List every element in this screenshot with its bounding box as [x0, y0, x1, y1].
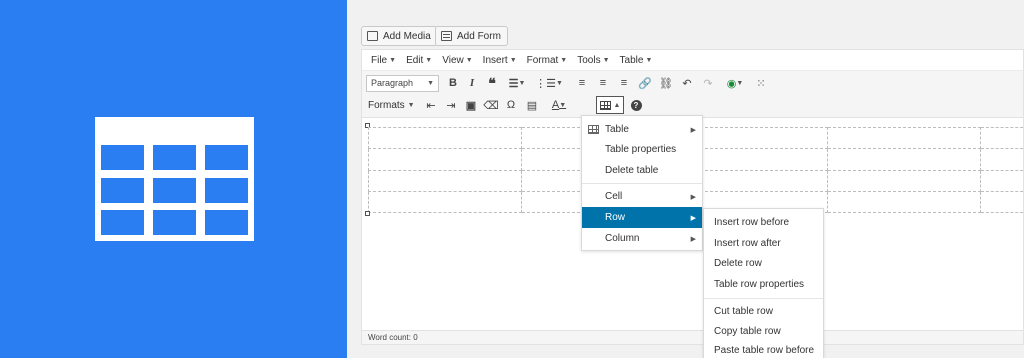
align-center-icon[interactable]: ≡: [594, 74, 612, 92]
chevron-right-icon: ▶: [690, 193, 696, 201]
menu-item-cut-table-row[interactable]: Cut table row: [704, 301, 823, 322]
paragraph-select[interactable]: Paragraph ▼: [366, 74, 439, 92]
logo-cell: [101, 178, 144, 203]
menu-divider: [582, 183, 702, 184]
add-form-button[interactable]: Add Form: [435, 26, 508, 46]
toolbar-toggle-icon[interactable]: ⁙: [752, 74, 770, 92]
toolbar-row-2: Formats ▼ ⇤ ⇥ ▣ ⌫ Ω ▤ A ▼ ▲ ?: [362, 94, 1023, 116]
menu-table[interactable]: Table ▼: [615, 55, 658, 66]
toolbar-row-1: Paragraph ▼ B I ❝ ☰ ▼ ⋮☰ ▼ ≡ ≡ ≡ 🔗 ⛓ ↶ ↷ ◉ ▼…: [362, 72, 1023, 94]
blockquote-icon[interactable]: ❝: [483, 74, 501, 92]
table-icon: [599, 100, 611, 110]
menu-item-row[interactable]: Row ▶: [582, 207, 702, 228]
resize-handle[interactable]: [365, 211, 370, 216]
menu-item-table-row-properties[interactable]: Table row properties: [704, 274, 823, 295]
menu-item-delete-row[interactable]: Delete row: [704, 253, 823, 274]
chevron-right-icon: ▶: [690, 235, 696, 243]
table-menu: Table ▶ Table properties Delete table Ce…: [581, 115, 703, 251]
special-character-icon[interactable]: Ω: [502, 96, 520, 114]
emoji-icon[interactable]: ◉ ▼: [722, 74, 748, 92]
logo-cell: [153, 210, 196, 235]
text-color-icon[interactable]: A ▼: [546, 96, 572, 114]
menu-item-table-properties[interactable]: Table properties: [582, 139, 702, 160]
hero-panel: [0, 0, 347, 358]
add-form-label: Add Form: [457, 30, 501, 42]
logo-cell: [101, 145, 144, 170]
horizontal-rule-icon[interactable]: ▤: [523, 96, 541, 114]
logo-cell: [101, 210, 144, 235]
menu-insert[interactable]: Insert ▼: [478, 55, 522, 66]
word-count: Word count: 0: [368, 333, 418, 342]
logo-cell: [205, 210, 248, 235]
logo-cell: [153, 178, 196, 203]
unlink-icon[interactable]: ⛓: [657, 74, 675, 92]
paste-text-icon[interactable]: ▣: [462, 96, 480, 114]
add-media-label: Add Media: [383, 30, 431, 42]
editor-toolbar: Paragraph ▼ B I ❝ ☰ ▼ ⋮☰ ▼ ≡ ≡ ≡ 🔗 ⛓ ↶ ↷ ◉ ▼…: [362, 71, 1023, 118]
editor-menubar: File ▼ Edit ▼ View ▼ Insert ▼ Format ▼ Tools ▼…: [362, 50, 1023, 71]
undo-icon[interactable]: ↶: [678, 74, 696, 92]
logo-cell: [205, 145, 248, 170]
menu-item-column[interactable]: Column ▶: [582, 228, 702, 249]
chevron-right-icon: ▶: [690, 214, 696, 222]
italic-icon[interactable]: I: [463, 74, 481, 92]
add-media-button[interactable]: Add Media: [361, 26, 438, 46]
menu-edit[interactable]: Edit ▼: [401, 55, 437, 66]
menu-format[interactable]: Format ▼: [522, 55, 573, 66]
menu-item-paste-row-before[interactable]: Paste table row before: [704, 342, 823, 358]
menu-item-table[interactable]: Table ▶: [582, 119, 702, 140]
clear-formatting-icon[interactable]: ⌫: [482, 96, 500, 114]
menu-item-insert-row-after[interactable]: Insert row after: [704, 233, 823, 254]
redo-icon[interactable]: ↷: [699, 74, 717, 92]
menu-item-delete-table[interactable]: Delete table: [582, 160, 702, 181]
logo-cell: [205, 178, 248, 203]
indent-icon[interactable]: ⇥: [442, 96, 460, 114]
table-icon: [588, 125, 599, 134]
help-icon[interactable]: ?: [627, 96, 645, 114]
menu-item-cell[interactable]: Cell ▶: [582, 186, 702, 207]
form-icon: [441, 31, 452, 41]
menu-item-copy-table-row[interactable]: Copy table row: [704, 321, 823, 342]
link-icon[interactable]: 🔗: [636, 74, 654, 92]
bullet-list-icon[interactable]: ☰ ▼: [504, 74, 530, 92]
formats-dropdown[interactable]: Formats ▼: [368, 100, 415, 111]
bold-icon[interactable]: B: [444, 74, 462, 92]
table-button[interactable]: ▲: [596, 96, 624, 114]
logo-cell: [153, 145, 196, 170]
media-icon: [367, 31, 378, 41]
status-bar: Word count: 0: [362, 330, 1023, 344]
chevron-down-icon: ▼: [407, 101, 415, 109]
menu-item-insert-row-before[interactable]: Insert row before: [704, 212, 823, 233]
menu-tools[interactable]: Tools ▼: [572, 55, 614, 66]
align-right-icon[interactable]: ≡: [615, 74, 633, 92]
outdent-icon[interactable]: ⇤: [422, 96, 440, 114]
align-left-icon[interactable]: ≡: [573, 74, 591, 92]
chevron-right-icon: ▶: [690, 126, 696, 134]
menu-view[interactable]: View ▼: [437, 55, 477, 66]
row-submenu: Insert row before Insert row after Delet…: [703, 208, 824, 358]
menu-file[interactable]: File ▼: [366, 55, 401, 66]
chevron-down-icon: ▼: [427, 79, 434, 87]
menu-divider: [704, 298, 823, 299]
table-logo: [95, 117, 254, 241]
numbered-list-icon[interactable]: ⋮☰ ▼: [535, 74, 563, 92]
